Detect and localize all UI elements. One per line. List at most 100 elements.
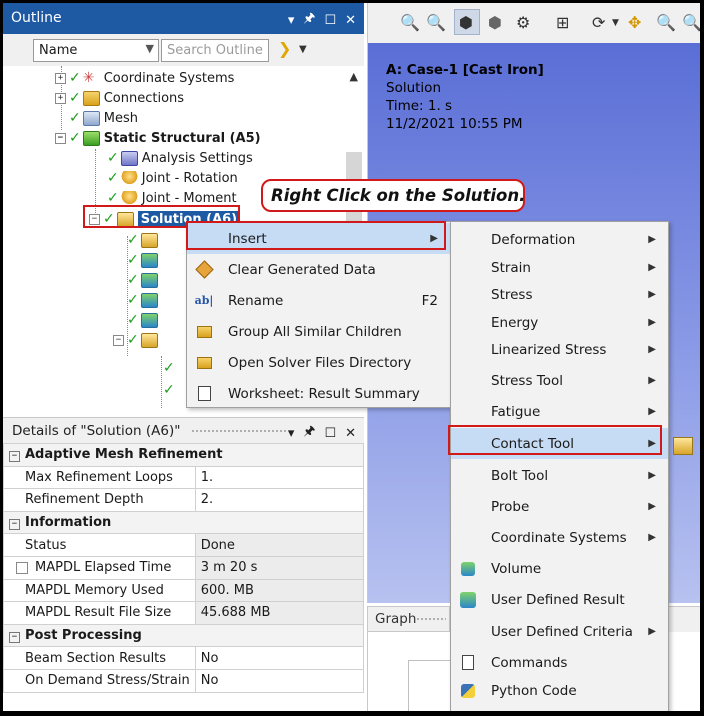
details-row[interactable]: MAPDL Memory Used 600. MB [3,578,365,603]
pan-icon[interactable]: ✥ [628,13,641,32]
menu-item-python-code[interactable]: Python Code [451,675,668,706]
tree-item-solution-information[interactable]: ✓ [127,230,162,250]
rotate-icon[interactable]: ⟳ [592,13,605,32]
row-label: Status [3,533,196,557]
collapse-icon[interactable]: − [113,334,124,346]
menu-item-open-solver-files[interactable]: Open Solver Files Directory [187,347,450,378]
menu-item-label: Rename [228,292,284,309]
details-row[interactable]: Max Refinement Loops 1. [3,465,365,490]
expand-icon[interactable]: + [55,92,66,104]
show-vertices-icon[interactable]: ⊞ [556,13,569,32]
menu-item-linearized-stress[interactable]: Linearized Stress ▶ [451,334,668,365]
contact-tool-highlight-box [448,425,662,455]
viewport-date-label: 11/2/2021 10:55 PM [386,116,523,132]
details-section[interactable]: − Information [3,510,364,535]
menu-item-user-defined-result[interactable]: User Defined Result [451,584,668,615]
tree-item-static-structural[interactable]: − ✓ Static Structural (A5) [55,128,261,148]
chevron-right-icon: ▶ [648,234,656,245]
tree-item-analysis-settings[interactable]: ✓ Analysis Settings [107,148,253,168]
tree-item-mesh[interactable]: ✓ Mesh [69,108,138,128]
menu-item-bolt-tool[interactable]: Bolt Tool ▶ [451,460,668,491]
menu-item-stress[interactable]: Stress ▶ [451,279,668,310]
pin-icon[interactable]: 🖈 [303,422,315,444]
collapse-icon[interactable]: − [9,519,20,531]
menu-item-label: Volume [491,560,542,577]
scroll-up-icon[interactable]: ▲ [350,70,358,83]
menu-item-coordinate-systems[interactable]: Coordinate Systems ▶ [451,522,668,553]
name-filter-select[interactable]: Name ▼ [33,39,159,62]
menu-item-worksheet[interactable]: Worksheet: Result Summary [187,378,450,409]
search-outline-input[interactable]: Search Outline [161,39,269,62]
row-value[interactable]: 1. [194,465,365,490]
tree-item-tool-folder[interactable]: − ✓ [113,330,162,350]
details-row[interactable]: MAPDL Elapsed Time 3 m 20 s [3,555,365,580]
details-row[interactable]: Status Done [3,533,365,557]
chevron-down-icon[interactable]: ▼ [612,18,619,28]
menu-item-label: Open Solver Files Directory [228,354,412,371]
menu-item-rename[interactable]: ab| Rename F2 [187,285,450,316]
menu-item-user-defined-criteria[interactable]: User Defined Criteria ▶ [451,616,668,647]
chevron-right-icon: ▶ [648,532,656,543]
joint-load-icon [120,190,138,206]
details-row[interactable]: On Demand Stress/Strain No [3,668,365,693]
chevron-down-icon[interactable]: ▾ [288,13,295,28]
menu-item-group-similar-children[interactable]: Group All Similar Children [187,316,450,347]
pin-icon[interactable]: 🖈 [303,9,315,31]
graph-title-bar: Graph [367,606,450,632]
collapse-icon[interactable]: − [9,632,20,644]
menu-item-label: Commands [491,654,568,671]
menu-item-fatigue[interactable]: Fatigue ▶ [451,396,668,427]
zoom-icon[interactable]: 🔍 [656,13,676,32]
maximize-icon[interactable]: ☐ [324,426,336,441]
tree-item-connections[interactable]: + ✓ Connections [55,88,184,108]
menu-item-stress-tool[interactable]: Stress Tool ▶ [451,365,668,396]
menu-item-label: Fatigue [491,403,541,420]
tree-item-child[interactable]: ✓ [163,380,177,400]
details-row[interactable]: Beam Section Results No [3,646,365,670]
contact-tool-icon[interactable] [673,437,693,455]
open-folder-icon [195,354,213,372]
menu-item-commands[interactable]: Commands [451,647,668,678]
wireframe-icon[interactable]: ⬢ [488,13,502,32]
chevron-right-icon: ▶ [648,626,656,637]
worksheet-icon [195,385,213,403]
zoom-box-icon[interactable]: 🔍 [682,13,700,32]
chevron-down-icon[interactable]: ▼ [299,44,307,55]
chevron-down-icon[interactable]: ▾ [288,426,295,441]
zoom-in-icon[interactable]: 🔍 [400,13,420,32]
row-value[interactable]: No [194,646,365,670]
tree-item-result[interactable]: ✓ [127,310,162,330]
tree-item-result[interactable]: ✓ [127,270,162,290]
tree-item-joint-rotation[interactable]: ✓ Joint - Rotation [107,168,238,188]
joint-load-icon [120,170,138,186]
expand-icon[interactable]: + [55,72,66,84]
filter-icon[interactable]: ❯ [278,39,291,58]
menu-item-probe[interactable]: Probe ▶ [451,491,668,522]
close-icon[interactable]: ✕ [345,13,356,28]
collapse-icon[interactable]: − [9,451,20,463]
chevron-right-icon: ▶ [648,262,656,273]
row-value[interactable]: 2. [194,488,365,512]
tree-item-child[interactable]: ✓ [163,358,177,378]
viewport-case-label: A: Case-1 [Cast Iron] [386,62,544,78]
row-value[interactable]: No [194,668,365,693]
collapse-icon[interactable]: − [55,132,66,144]
maximize-icon[interactable]: ☐ [324,13,336,28]
body-select-icon[interactable]: ⬢ [459,13,473,32]
mesh-display-icon[interactable]: ⚙ [516,13,530,32]
menu-item-volume[interactable]: Volume [451,553,668,584]
menu-item-deformation[interactable]: Deformation ▶ [451,224,668,255]
parameter-checkbox[interactable] [16,561,28,574]
zoom-out-icon[interactable]: 🔍 [426,13,446,32]
menu-item-label: Bolt Tool [491,467,549,484]
details-section[interactable]: − Adaptive Mesh Refinement [3,443,364,467]
tree-item-coordinate-systems[interactable]: + ✓ ✳ Coordinate Systems [55,68,234,88]
menu-item-clear-generated-data[interactable]: Clear Generated Data [187,254,450,285]
details-section[interactable]: − Post Processing [3,623,364,648]
tree-item-result[interactable]: ✓ [127,290,162,310]
close-icon[interactable]: ✕ [345,426,356,441]
tree-item-result[interactable]: ✓ [127,250,162,270]
row-label: Max Refinement Loops [3,465,196,490]
details-row[interactable]: MAPDL Result File Size 45.688 MB [3,601,365,625]
details-row[interactable]: Refinement Depth 2. [3,488,365,512]
